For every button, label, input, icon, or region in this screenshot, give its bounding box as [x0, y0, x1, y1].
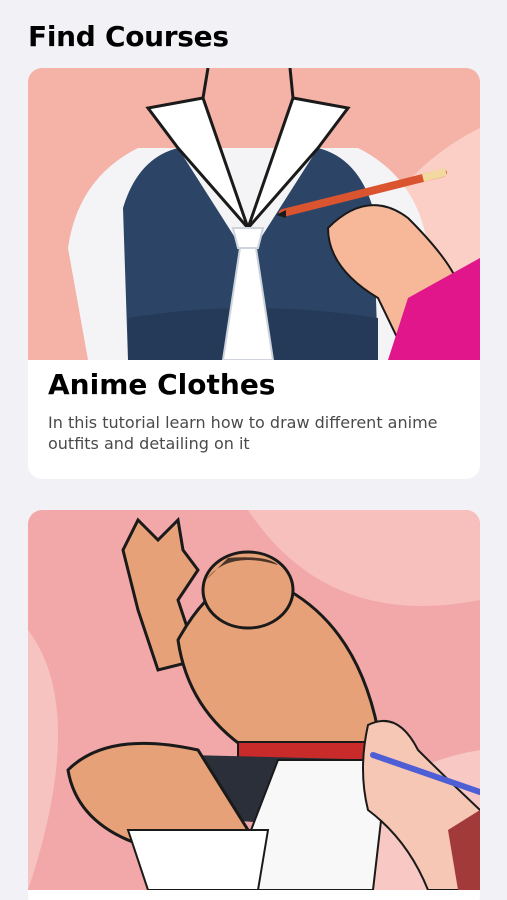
course-title: Anime Clothes: [48, 368, 276, 401]
anime-clothes-illustration: [28, 68, 480, 360]
course-list-screen: Find Courses Anime Clothes In this tutor…: [0, 0, 507, 900]
course-description: In this tutorial learn how to draw diffe…: [48, 413, 438, 453]
course-card-muscle-fighter[interactable]: [28, 510, 480, 900]
muscle-fighter-illustration: [28, 510, 480, 890]
page-title: Find Courses: [28, 20, 229, 53]
course-card-anime-clothes[interactable]: Anime Clothes In this tutorial learn how…: [28, 68, 480, 479]
